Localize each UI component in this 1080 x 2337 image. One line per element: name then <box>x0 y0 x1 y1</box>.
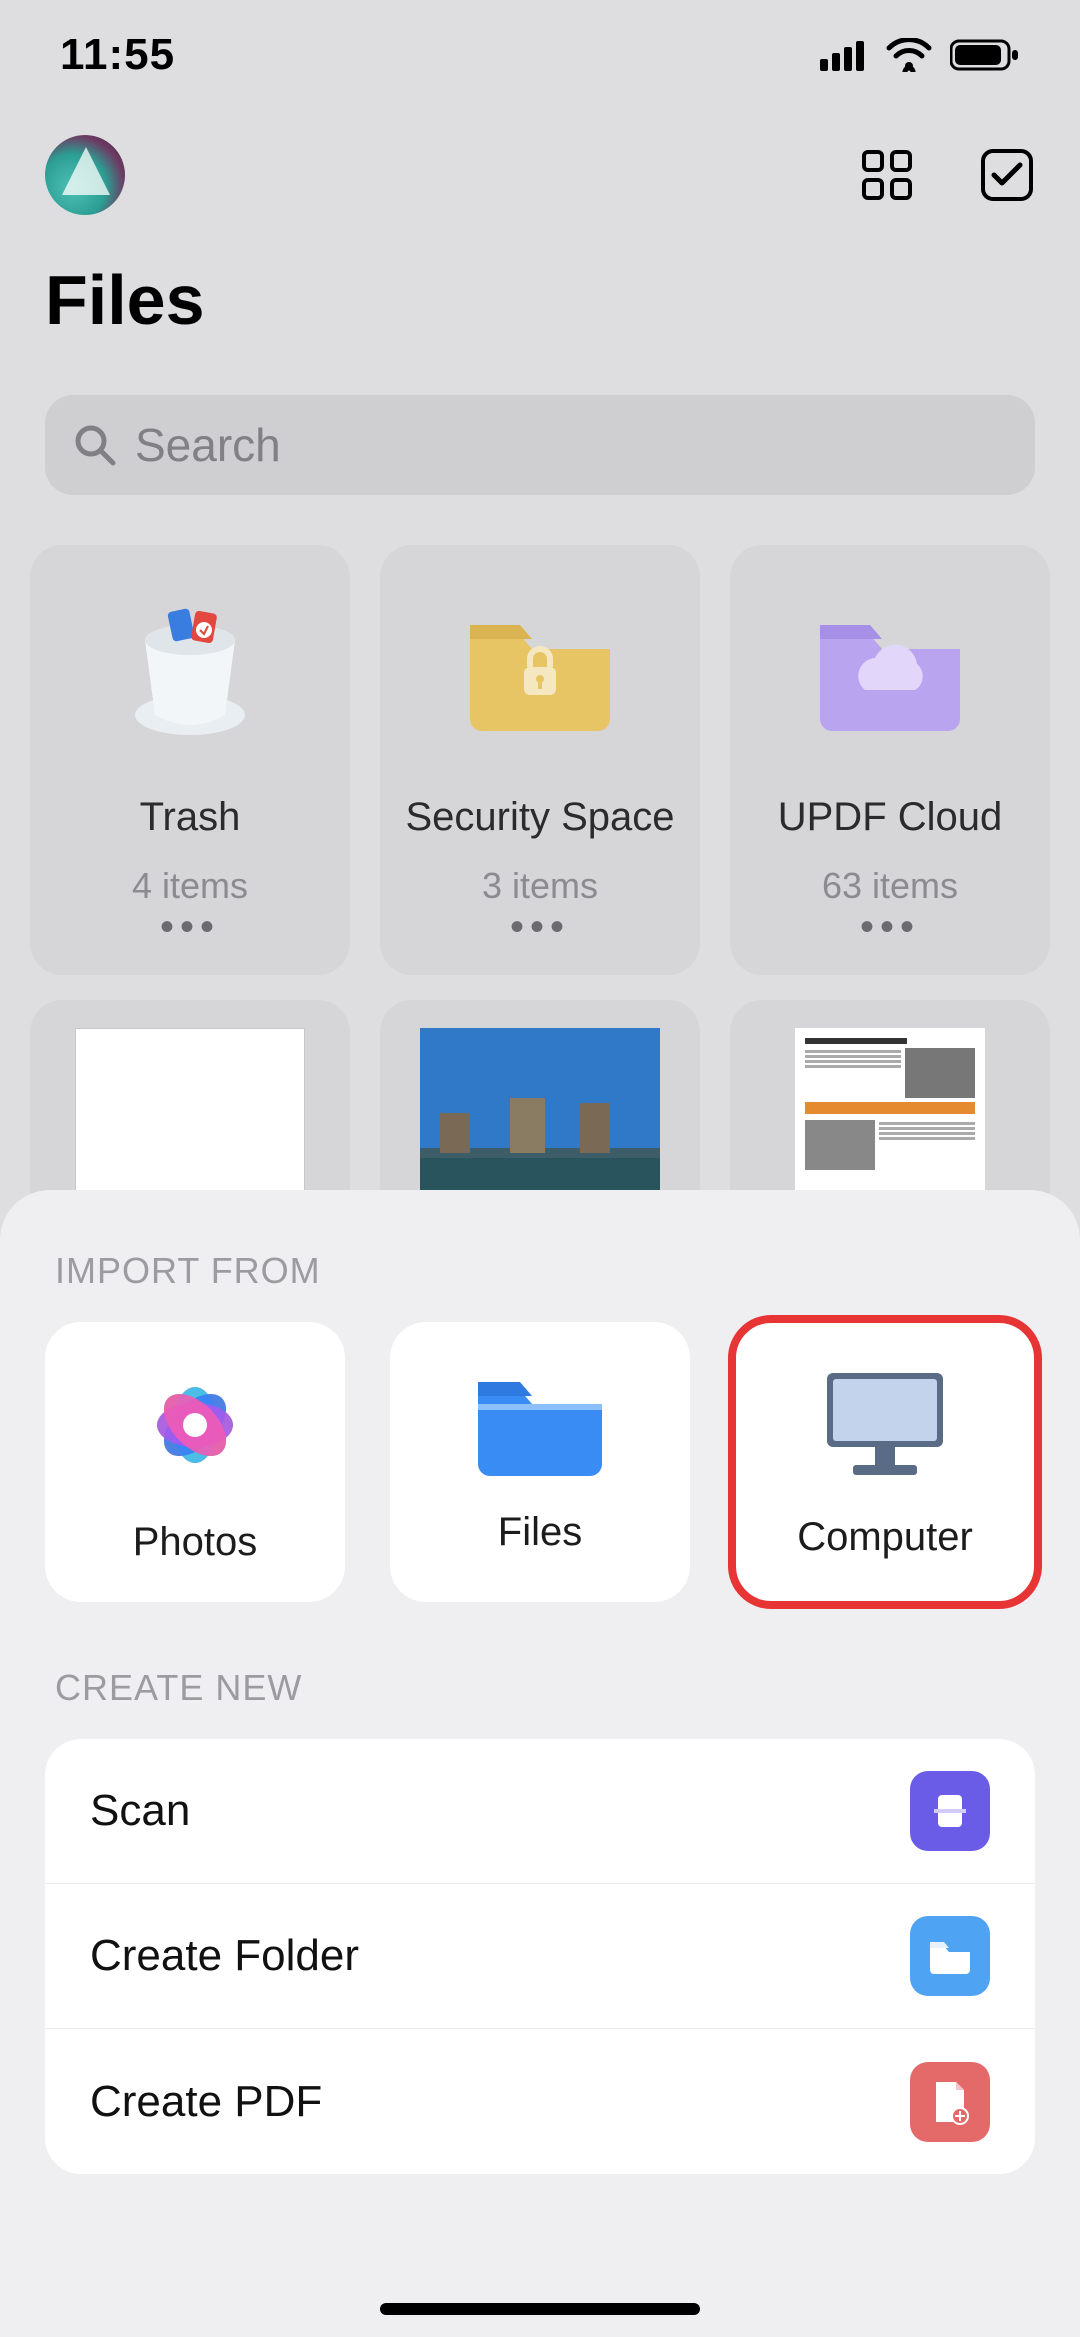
import-photos[interactable]: Photos <box>45 1322 345 1602</box>
folder-name: UPDF Cloud <box>778 795 1003 840</box>
scan-icon <box>910 1771 990 1851</box>
import-computer[interactable]: Computer <box>735 1322 1035 1602</box>
files-folder-icon <box>470 1370 610 1480</box>
home-indicator[interactable] <box>380 2303 700 2315</box>
lock-folder-icon <box>455 590 625 740</box>
folder-name: Security Space <box>405 795 674 840</box>
folder-updf-cloud[interactable]: UPDF Cloud 63 items ••• <box>730 545 1050 975</box>
photos-icon <box>130 1360 260 1490</box>
create-label: Create Folder <box>90 1931 359 1981</box>
import-section-title: IMPORT FROM <box>0 1250 1080 1292</box>
folder-trash[interactable]: Trash 4 items ••• <box>30 545 350 975</box>
grid-view-icon[interactable] <box>860 148 914 202</box>
select-icon[interactable] <box>979 147 1035 203</box>
folder-icon <box>910 1916 990 1996</box>
folder-name: Trash <box>140 795 241 840</box>
import-label: Files <box>498 1510 582 1555</box>
create-list: Scan Create Folder Create PDF <box>45 1739 1035 2174</box>
search-icon <box>73 423 117 467</box>
create-pdf[interactable]: Create PDF <box>45 2029 1035 2174</box>
more-icon[interactable]: ••• <box>160 905 220 950</box>
cloud-folder-icon <box>805 590 975 740</box>
create-scan[interactable]: Scan <box>45 1739 1035 1884</box>
folder-sub: 4 items <box>132 865 248 907</box>
folder-sub: 63 items <box>822 865 958 907</box>
import-files[interactable]: Files <box>390 1322 690 1602</box>
more-icon[interactable]: ••• <box>860 905 920 950</box>
import-create-sheet: IMPORT FROM Photos Files <box>0 1190 1080 2337</box>
battery-icon <box>950 38 1020 72</box>
cellular-icon <box>820 39 868 71</box>
more-icon[interactable]: ••• <box>510 905 570 950</box>
import-label: Photos <box>133 1520 258 1565</box>
avatar[interactable] <box>45 135 125 215</box>
create-label: Scan <box>90 1786 190 1836</box>
header-row <box>0 135 1080 215</box>
import-row: Photos Files Computer <box>0 1322 1080 1602</box>
create-label: Create PDF <box>90 2077 322 2127</box>
page-title: Files <box>45 260 205 340</box>
folder-security-space[interactable]: Security Space 3 items ••• <box>380 545 700 975</box>
folder-grid: Trash 4 items ••• Security Space 3 items… <box>30 545 1050 975</box>
create-folder[interactable]: Create Folder <box>45 1884 1035 2029</box>
trash-icon <box>105 590 275 740</box>
folder-sub: 3 items <box>482 865 598 907</box>
status-icons <box>820 38 1020 72</box>
computer-icon <box>815 1365 955 1485</box>
import-label: Computer <box>797 1515 973 1560</box>
wifi-icon <box>886 38 932 72</box>
pdf-icon <box>910 2062 990 2142</box>
status-time: 11:55 <box>60 30 175 80</box>
search-input[interactable]: Search <box>45 395 1035 495</box>
create-section-title: CREATE NEW <box>0 1667 1080 1709</box>
status-bar: 11:55 <box>0 0 1080 110</box>
search-placeholder: Search <box>135 418 281 472</box>
